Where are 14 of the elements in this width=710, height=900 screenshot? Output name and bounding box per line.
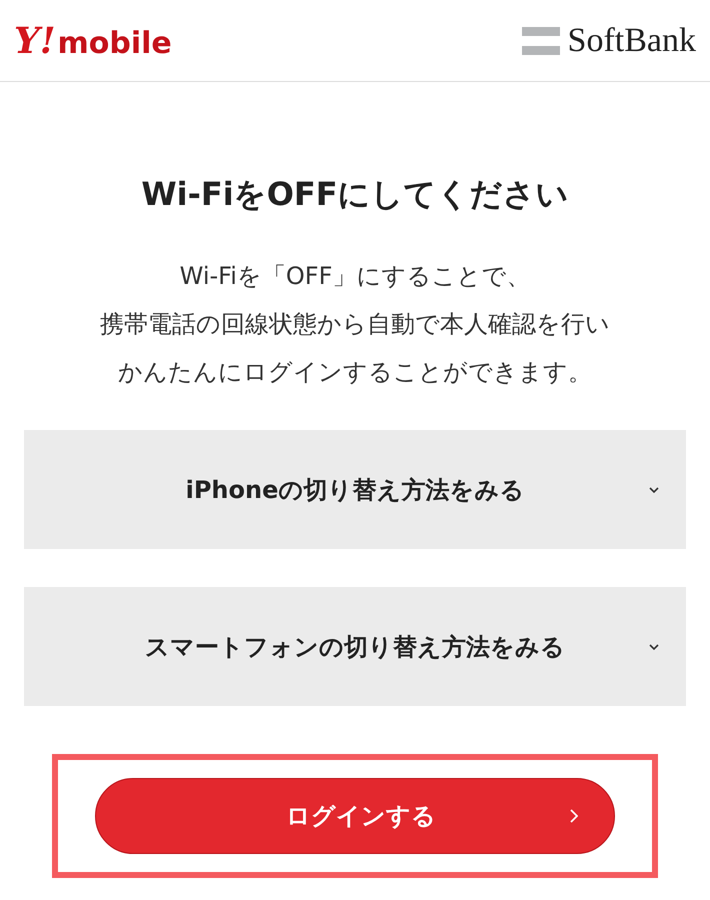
chevron-icon [648, 642, 660, 650]
chevron-icon [648, 486, 660, 494]
description-text: かんたんにログインすることができます。 [118, 357, 592, 388]
accordion-toggle[interactable]: スマートフォンの切り替え方法をみる [24, 587, 686, 706]
brand-name: mobile [58, 28, 172, 58]
chevron-right-icon [570, 809, 578, 823]
brand-mark: Y! [14, 22, 56, 58]
page-title: Wi-FiをOFFにしてください [140, 174, 570, 214]
login-button[interactable]: ログインする [95, 778, 615, 854]
brand-name: SoftBank [568, 24, 696, 58]
description-text: 携帯電話の回線状態から自動で本人確認を行い [100, 309, 610, 340]
stripes-icon [522, 26, 560, 54]
description-text: Wi-Fiを「OFF」にすることで、 [180, 261, 530, 292]
accordion-toggle[interactable]: iPhoneの切り替え方法をみる [24, 430, 686, 549]
